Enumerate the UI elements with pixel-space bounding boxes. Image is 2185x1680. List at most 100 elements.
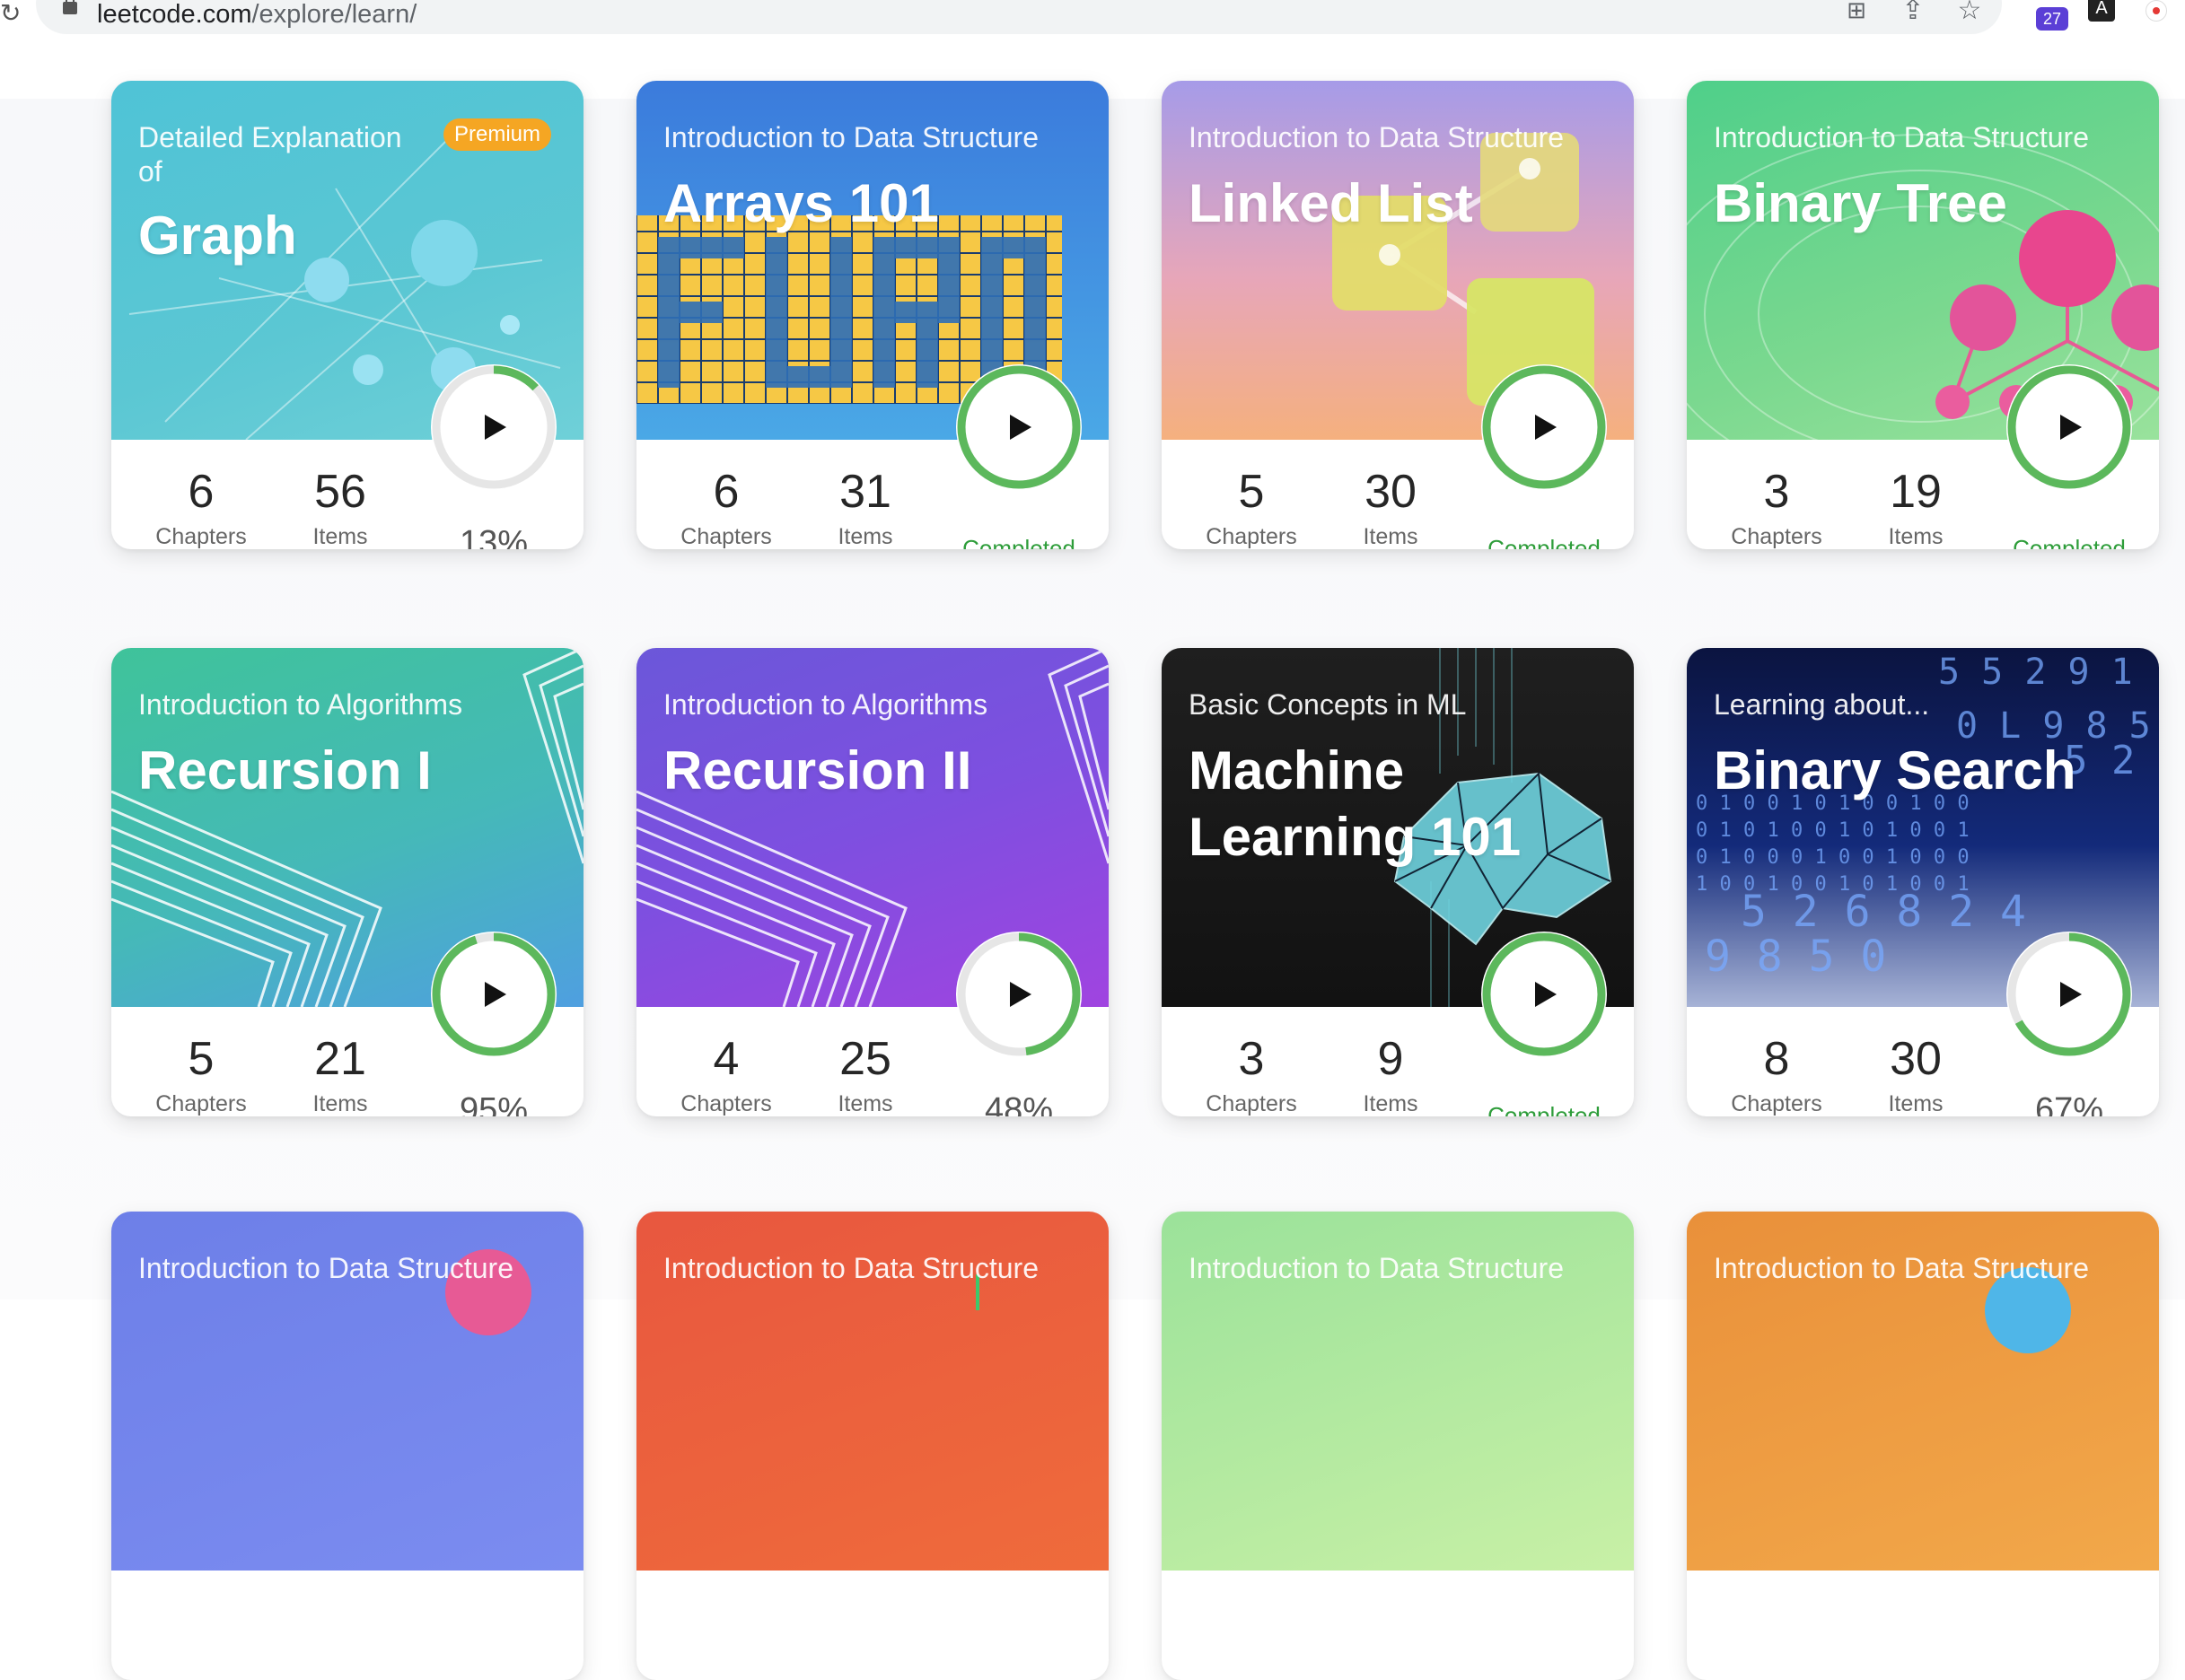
- extension-a-icon[interactable]: A: [2088, 0, 2115, 22]
- chapters-label: Chapters: [155, 524, 247, 549]
- course-card-binary-search[interactable]: 5 5 2 9 1 0 L 9 8 5 5 2 0 1 0 0 1 0 1 0 …: [1687, 648, 2159, 1116]
- card-title: Binary Search: [1714, 740, 2076, 801]
- play-progress-ring[interactable]: [1478, 928, 1610, 1061]
- reload-icon[interactable]: ↻: [0, 0, 21, 28]
- items-label: Items: [838, 524, 893, 549]
- items-label: Items: [1363, 1091, 1418, 1116]
- play-progress-ring[interactable]: [952, 361, 1085, 494]
- progress-text: 48%: [984, 1091, 1054, 1116]
- play-progress-ring[interactable]: [952, 928, 1085, 1061]
- card-title: Graph: [138, 206, 297, 266]
- progress-text: Completed: [962, 535, 1075, 549]
- course-card-row3-4[interactable]: Introduction to Data Structure: [1687, 1212, 2159, 1680]
- progress-ring-svg: [1481, 932, 1607, 1057]
- card-cover: Introduction to Data Structure: [636, 1212, 1109, 1571]
- svg-text:9 8 5 0: 9 8 5 0: [1705, 932, 1886, 982]
- share-icon[interactable]: ⇪: [1897, 0, 1929, 27]
- items-count: 31: [839, 466, 891, 518]
- chapters-count: 6: [188, 466, 215, 518]
- play-progress-ring[interactable]: [1478, 361, 1610, 494]
- chapters-count: 5: [1238, 466, 1265, 518]
- card-subtitle: Introduction to Data Structure: [663, 1252, 1039, 1284]
- card-title: Arrays 101: [663, 173, 939, 233]
- card-subtitle: Introduction to Data Structure: [1189, 121, 1564, 153]
- items-label: Items: [838, 1091, 893, 1116]
- svg-text:5 5 2 9 1: 5 5 2 9 1: [1938, 652, 2133, 693]
- progress-ring-svg: [2006, 932, 2132, 1057]
- play-progress-ring[interactable]: [427, 928, 560, 1061]
- card-subtitle: Introduction to Data Structure: [138, 1252, 513, 1284]
- extension-badge[interactable]: 27: [2036, 7, 2068, 31]
- svg-text:5 2 6 8 2 4: 5 2 6 8 2 4: [1741, 887, 2026, 937]
- course-card-arrays-101[interactable]: Introduction to Data Structure Arrays 10…: [636, 81, 1109, 549]
- card-subtitle: Detailed Explanation of: [138, 121, 402, 188]
- lock-icon: [63, 0, 77, 14]
- progress-text: Completed: [1487, 1102, 1601, 1116]
- bookmark-star-icon[interactable]: ☆: [1953, 0, 1986, 27]
- course-card-graph[interactable]: Detailed Explanation of Premium Graph 6 C…: [111, 81, 584, 549]
- card-subtitle: Introduction to Data Structure: [663, 121, 1039, 153]
- course-card-row3-3[interactable]: Introduction to Data Structure: [1162, 1212, 1634, 1680]
- svg-text:0 1 0 1 0 0 1 0 1 0 0 1: 0 1 0 1 0 0 1 0 1 0 0 1: [1696, 819, 1970, 842]
- items-label: Items: [1363, 524, 1418, 549]
- chapters-count: 3: [1238, 1033, 1265, 1085]
- progress-text: 95%: [459, 1091, 529, 1116]
- extension-record-icon[interactable]: [2146, 0, 2167, 22]
- card-title: Recursion I: [138, 740, 432, 801]
- progress-text: Completed: [1487, 535, 1601, 549]
- items-label: Items: [312, 1091, 368, 1116]
- chapters-label: Chapters: [1731, 524, 1822, 549]
- items-count: 19: [1890, 466, 1942, 518]
- card-subtitle: Introduction to Algorithms: [663, 688, 988, 721]
- progress-ring-svg: [2006, 364, 2132, 490]
- items-count: 21: [314, 1033, 366, 1085]
- card-subtitle: Introduction to Algorithms: [138, 688, 463, 721]
- chapters-label: Chapters: [155, 1091, 247, 1116]
- premium-badge: Premium: [443, 118, 552, 151]
- chapters-count: 8: [1763, 1033, 1790, 1085]
- card-title: Recursion II: [663, 740, 972, 801]
- chapters-count: 4: [713, 1033, 740, 1085]
- chapters-count: 6: [713, 466, 740, 518]
- card-subtitle: Introduction to Data Structure: [1714, 121, 2089, 153]
- course-card-recursion-i[interactable]: Introduction to Algorithms Recursion I 5…: [111, 648, 584, 1116]
- card-title: Machine Learning 101: [1189, 740, 1522, 867]
- card-cover: Introduction to Data Structure: [1162, 1212, 1634, 1571]
- chapters-label: Chapters: [1206, 1091, 1297, 1116]
- progress-text: Completed: [2013, 535, 2126, 549]
- chapters-label: Chapters: [680, 524, 772, 549]
- address-bar[interactable]: leetcode.com/explore/learn/: [36, 0, 2002, 34]
- play-progress-ring[interactable]: [427, 361, 560, 494]
- translate-icon[interactable]: ⊞: [1840, 0, 1873, 27]
- course-card-row3-2[interactable]: Introduction to Data Structure: [636, 1212, 1109, 1680]
- chapters-label: Chapters: [1206, 524, 1297, 549]
- card-cover: Introduction to Data Structure: [111, 1212, 584, 1571]
- items-label: Items: [312, 524, 368, 549]
- card-subtitle: Introduction to Data Structure: [1714, 1252, 2089, 1284]
- url-text[interactable]: leetcode.com/explore/learn/: [97, 0, 417, 30]
- progress-text: 13%: [459, 524, 529, 549]
- card-title: Binary Tree: [1714, 173, 2007, 233]
- progress-ring-svg: [956, 364, 1082, 490]
- items-label: Items: [1888, 1091, 1944, 1116]
- progress-ring-svg: [431, 932, 557, 1057]
- play-progress-ring[interactable]: [2003, 928, 2136, 1061]
- explore-cards-area: Detailed Explanation of Premium Graph 6 C…: [0, 81, 2185, 1680]
- chapters-count: 5: [188, 1033, 215, 1085]
- play-progress-ring[interactable]: [2003, 361, 2136, 494]
- course-card-binary-tree[interactable]: Introduction to Data Structure Binary Tr…: [1687, 81, 2159, 549]
- items-label: Items: [1888, 524, 1944, 549]
- course-card-row3-1[interactable]: Introduction to Data Structure: [111, 1212, 584, 1680]
- progress-ring-svg: [956, 932, 1082, 1057]
- progress-text: 67%: [2034, 1091, 2104, 1116]
- svg-text:0 1 0 0 0 1 0 0 1 0 0 0: 0 1 0 0 0 1 0 0 1 0 0 0: [1696, 846, 1970, 869]
- card-cover: Introduction to Data Structure: [1687, 1212, 2159, 1571]
- course-card-machine-learning-101[interactable]: Basic Concepts in ML Machine Learning 10…: [1162, 648, 1634, 1116]
- chapters-label: Chapters: [680, 1091, 772, 1116]
- progress-ring-svg: [1481, 364, 1607, 490]
- course-card-recursion-ii[interactable]: Introduction to Algorithms Recursion II …: [636, 648, 1109, 1116]
- progress-ring-svg: [431, 364, 557, 490]
- items-count: 9: [1377, 1033, 1404, 1085]
- card-subtitle: Basic Concepts in ML: [1189, 688, 1467, 721]
- course-card-linked-list[interactable]: Introduction to Data Structure Linked Li…: [1162, 81, 1634, 549]
